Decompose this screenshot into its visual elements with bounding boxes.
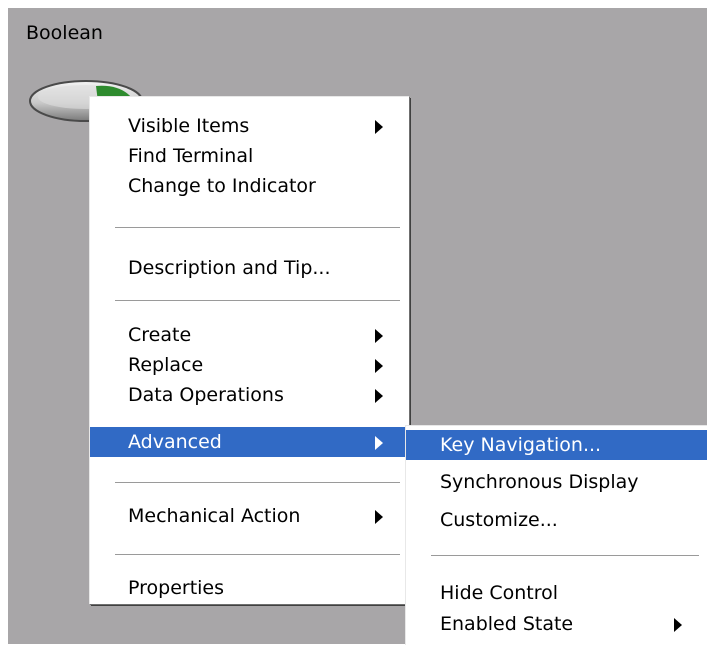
menu-item-label: Properties (128, 577, 225, 599)
context-menu: Visible Items Find Terminal Change to In… (89, 96, 409, 604)
menu-separator (431, 555, 699, 557)
menu-item-create[interactable]: Create (90, 320, 409, 350)
menu-item-label: Enabled State (440, 613, 574, 635)
submenu-item-enabled-state[interactable]: Enabled State (406, 609, 707, 639)
menu-item-label: Visible Items (128, 115, 250, 137)
menu-item-label: Customize... (440, 509, 558, 531)
menu-separator (115, 482, 400, 484)
submenu-item-customize[interactable]: Customize... (406, 505, 707, 535)
menu-item-label: Replace (128, 354, 204, 376)
submenu-arrow-icon (674, 618, 682, 632)
submenu-arrow-icon (375, 359, 383, 373)
submenu-item-key-navigation[interactable]: Key Navigation... (406, 430, 707, 460)
submenu-arrow-icon (375, 120, 383, 134)
advanced-submenu: Key Navigation... Synchronous Display Cu… (405, 425, 707, 645)
menu-item-label: Find Terminal (128, 145, 254, 167)
menu-item-description-and-tip[interactable]: Description and Tip... (90, 253, 409, 283)
submenu-arrow-icon (375, 389, 383, 403)
submenu-arrow-icon (375, 436, 383, 450)
menu-item-find-terminal[interactable]: Find Terminal (90, 141, 409, 171)
menu-separator (115, 554, 400, 556)
menu-item-advanced[interactable]: Advanced (90, 427, 409, 457)
menu-item-label: Data Operations (128, 384, 284, 406)
menu-item-label: Synchronous Display (440, 471, 639, 493)
menu-item-replace[interactable]: Replace (90, 350, 409, 380)
menu-item-label: Description and Tip... (128, 257, 331, 279)
menu-item-label: Change to Indicator (128, 175, 316, 197)
menu-item-label: Key Navigation... (440, 434, 602, 456)
boolean-label[interactable]: Boolean (26, 22, 103, 44)
menu-separator (115, 300, 400, 302)
menu-separator (115, 227, 400, 229)
submenu-item-hide-control[interactable]: Hide Control (406, 578, 707, 608)
menu-item-label: Create (128, 324, 192, 346)
submenu-arrow-icon (375, 329, 383, 343)
submenu-arrow-icon (375, 510, 383, 524)
menu-item-label: Hide Control (440, 582, 559, 604)
menu-item-label: Advanced (128, 431, 222, 453)
menu-item-mechanical-action[interactable]: Mechanical Action (90, 501, 409, 531)
menu-item-data-operations[interactable]: Data Operations (90, 380, 409, 410)
menu-item-visible-items[interactable]: Visible Items (90, 111, 409, 141)
menu-item-change-to-indicator[interactable]: Change to Indicator (90, 171, 409, 201)
submenu-item-synchronous-display[interactable]: Synchronous Display (406, 467, 707, 497)
menu-item-properties[interactable]: Properties (90, 573, 409, 603)
menu-item-label: Mechanical Action (128, 505, 301, 527)
